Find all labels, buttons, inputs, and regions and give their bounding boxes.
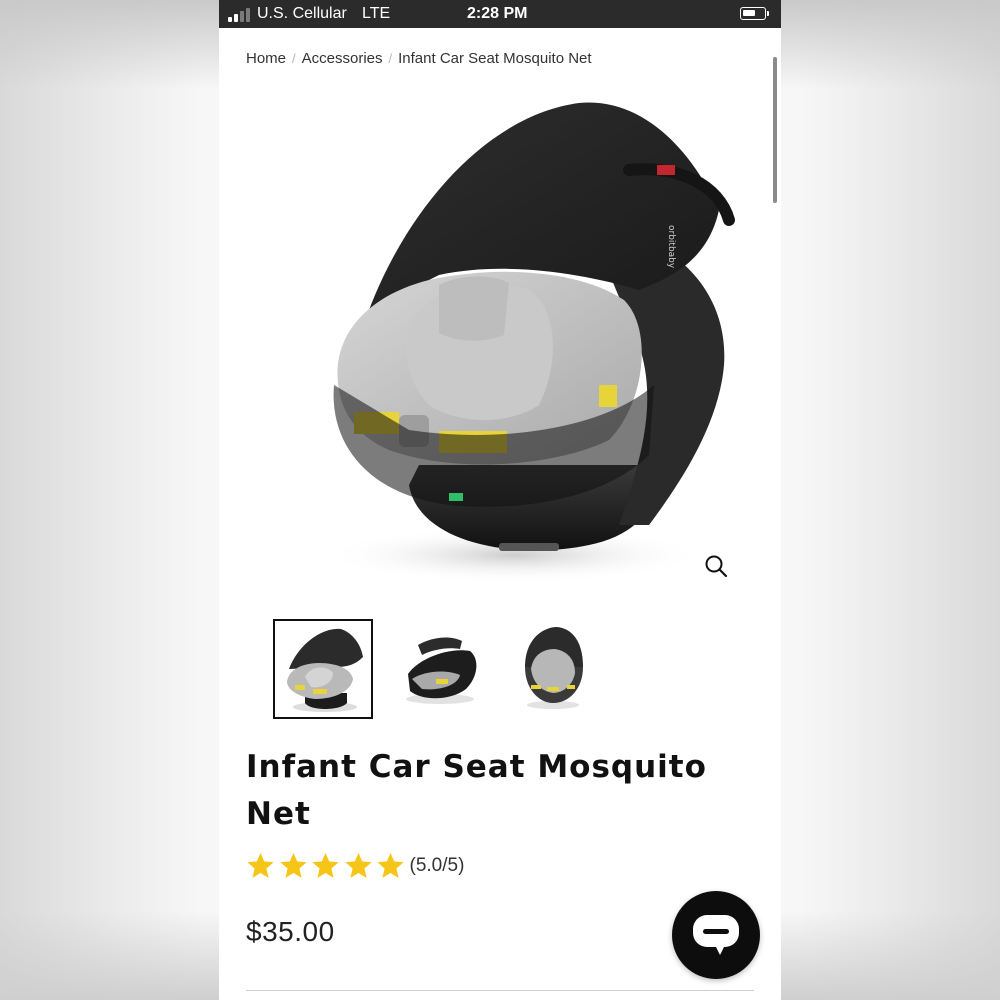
product-main-image[interactable]: orbitbaby (259, 85, 749, 605)
product-rating[interactable]: (5.0/5) (246, 851, 464, 880)
breadcrumb-separator: / (388, 51, 393, 66)
phone-screen: U.S. Cellular LTE 2:28 PM Home / Accesso… (219, 0, 781, 1000)
section-divider (246, 990, 754, 991)
star-icon (247, 852, 274, 878)
thumbnail-strip (273, 619, 603, 719)
brand-logo-text: orbitbaby (666, 225, 676, 269)
chat-bubble-icon (693, 915, 739, 955)
network-type: LTE (362, 5, 391, 22)
status-time: 2:28 PM (467, 5, 528, 22)
breadcrumb: Home / Accessories / Infant Car Seat Mos… (246, 50, 592, 67)
page-scrollbar[interactable] (773, 57, 777, 203)
battery-level (743, 10, 755, 16)
zoom-button[interactable] (704, 554, 730, 580)
product-title: Infant Car Seat Mosquito Net (246, 749, 707, 832)
thumbnail-1[interactable] (273, 619, 373, 719)
magnifier-icon (705, 555, 728, 578)
product-price: $35.00 (246, 916, 335, 947)
signal-strength-icon (228, 8, 254, 22)
breadcrumb-home[interactable]: Home (246, 50, 286, 67)
chat-button[interactable] (672, 891, 760, 979)
star-icon (377, 852, 404, 878)
carrier-name: U.S. Cellular (257, 5, 347, 22)
thumbnail-3[interactable] (503, 619, 603, 719)
breadcrumb-current: Infant Car Seat Mosquito Net (398, 50, 592, 67)
breadcrumb-separator: / (292, 51, 296, 66)
breadcrumb-accessories[interactable]: Accessories (302, 50, 383, 67)
status-bar: U.S. Cellular LTE 2:28 PM (219, 0, 781, 28)
star-icon (312, 852, 339, 878)
rating-text: (5.0/5) (409, 854, 465, 876)
star-icon (279, 852, 307, 878)
battery-icon (740, 7, 769, 20)
thumbnail-2[interactable] (388, 619, 488, 719)
star-icon (344, 852, 372, 878)
